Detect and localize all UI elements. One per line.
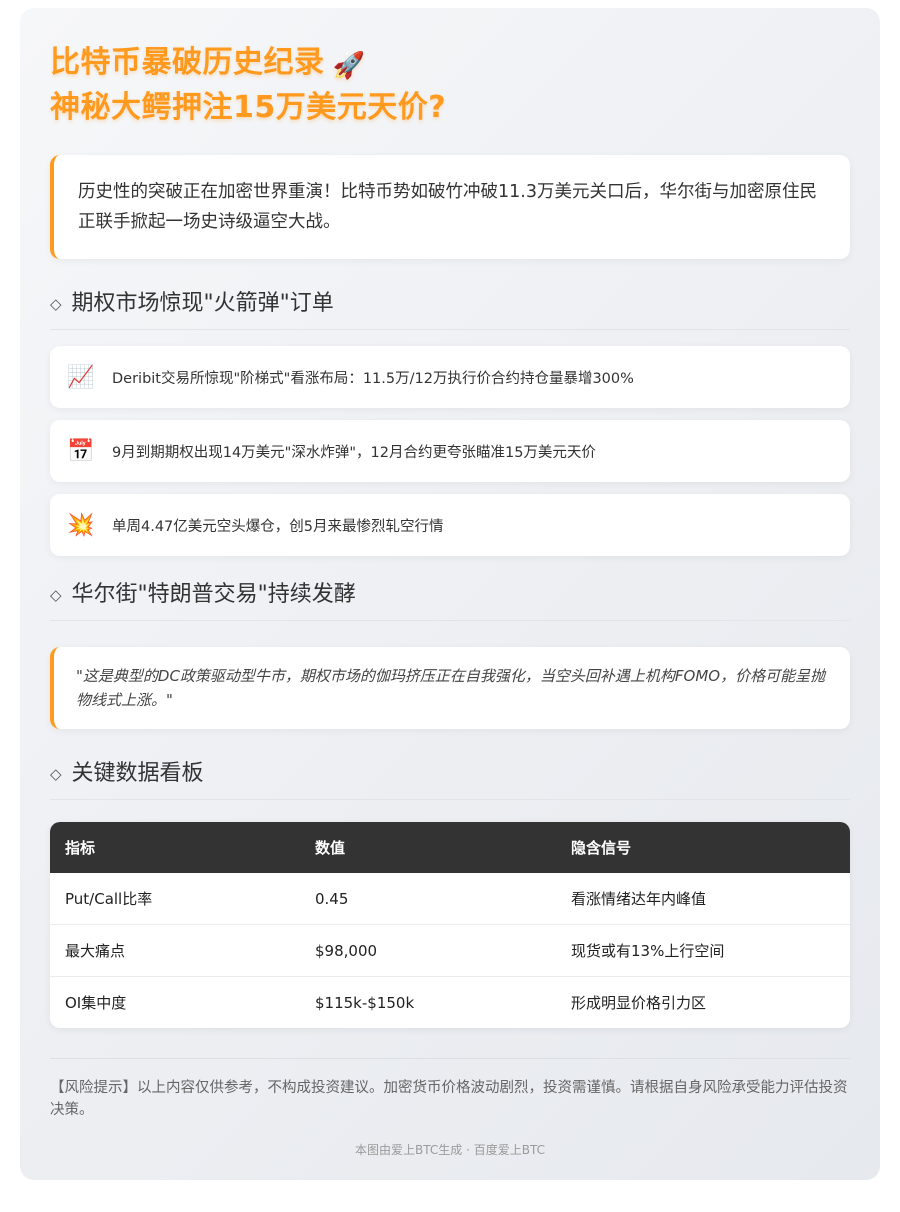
list-item: 📅 9月到期期权出现14万美元"深水炸弹"，12月合约更夸张瞄准15万美元天价 bbox=[50, 420, 850, 482]
list-item: 📈 Deribit交易所惊现"阶梯式"看涨布局：11.5万/12万执行价合约持仓… bbox=[50, 346, 850, 408]
table-header-cell: 数值 bbox=[315, 839, 346, 857]
list-item-text: Deribit交易所惊现"阶梯式"看涨布局：11.5万/12万执行价合约持仓量暴… bbox=[112, 370, 634, 387]
divider bbox=[50, 1058, 850, 1059]
table-row: Put/Call比率 0.45 看涨情绪达年内峰值 bbox=[50, 873, 850, 925]
section-title-wallstreet-text: 华尔街"特朗普交易"持续发酵 bbox=[71, 582, 356, 607]
section-title-wallstreet: ◇ 华尔街"特朗普交易"持续发酵 bbox=[50, 580, 850, 621]
table-header-cell: 隐含信号 bbox=[571, 839, 632, 857]
risk-notice: 【风险提示】以上内容仅供参考，不构成投资建议。加密货币价格波动剧烈，投资需谨慎。… bbox=[50, 1080, 848, 1118]
table-cell: 现货或有13%上行空间 bbox=[556, 924, 850, 977]
diamond-icon: ◇ bbox=[50, 295, 62, 313]
list-item-text: 9月到期期权出现14万美元"深水炸弹"，12月合约更夸张瞄准15万美元天价 bbox=[112, 444, 596, 461]
table-cell: 形成明显价格引力区 bbox=[556, 976, 850, 1028]
diamond-icon: ◇ bbox=[50, 765, 62, 783]
list-item: 💥 单周4.47亿美元空头爆仓，创5月来最惨烈轧空行情 bbox=[50, 494, 850, 556]
collision-icon: 💥 bbox=[67, 512, 95, 538]
table-cell: 0.45 bbox=[315, 889, 349, 908]
options-list: 📈 Deribit交易所惊现"阶梯式"看涨布局：11.5万/12万执行价合约持仓… bbox=[50, 346, 850, 556]
section-title-dashboard: ◇ 关键数据看板 bbox=[50, 759, 850, 800]
table-cell: OI集中度 bbox=[50, 976, 300, 1028]
intro-callout: 历史性的突破正在加密世界重演！比特币势如破竹冲破11.3万美元关口后，华尔街与加… bbox=[50, 155, 850, 259]
list-item-text: 单周4.47亿美元空头爆仓，创5月来最惨烈轧空行情 bbox=[112, 518, 444, 535]
data-table: 指标 数值 隐含信号 Put/Call比率 0.45 看涨情绪达年内峰值 最大痛… bbox=[50, 822, 850, 1028]
chart-increasing-icon: 📈 bbox=[67, 364, 95, 390]
table-cell: Put/Call比率 bbox=[65, 890, 153, 908]
footer-credit: 本图由爱上BTC生成 · 百度爱上BTC bbox=[355, 1143, 545, 1157]
title-line-1: 比特币暴破历史纪录 🚀 bbox=[50, 42, 850, 87]
table-row: 最大痛点 $98,000 现货或有13%上行空间 bbox=[50, 924, 850, 977]
article-card: 比特币暴破历史纪录 🚀 神秘大鳄押注15万美元天价? 历史性的突破正在加密世界重演… bbox=[20, 8, 880, 1180]
calendar-icon: 📅 bbox=[67, 438, 95, 464]
table-cell: 看涨情绪达年内峰值 bbox=[571, 890, 707, 908]
page-title: 比特币暴破历史纪录 🚀 神秘大鳄押注15万美元天价? bbox=[50, 8, 850, 129]
quote-callout: "这是典型的DC政策驱动型牛市，期权市场的伽玛挤压正在自我强化，当空头回补遇上机… bbox=[50, 647, 850, 729]
table-cell: $98,000 bbox=[300, 924, 556, 977]
table-header-row: 指标 数值 隐含信号 bbox=[50, 822, 850, 873]
diamond-icon: ◇ bbox=[50, 586, 62, 604]
title-line-1-text: 比特币暴破历史纪录 bbox=[50, 45, 325, 80]
table-header-cell: 指标 bbox=[65, 839, 96, 857]
table-cell: $115k-$150k bbox=[300, 976, 556, 1028]
section-title-options: ◇ 期权市场惊现"火箭弹"订单 bbox=[50, 289, 850, 330]
section-title-dashboard-text: 关键数据看板 bbox=[71, 761, 204, 786]
title-line-2: 神秘大鳄押注15万美元天价? bbox=[50, 90, 447, 125]
table-cell: 最大痛点 bbox=[50, 924, 300, 977]
section-title-options-text: 期权市场惊现"火箭弹"订单 bbox=[71, 291, 334, 316]
table-row: OI集中度 $115k-$150k 形成明显价格引力区 bbox=[50, 976, 850, 1028]
rocket-icon: 🚀 bbox=[332, 51, 366, 81]
